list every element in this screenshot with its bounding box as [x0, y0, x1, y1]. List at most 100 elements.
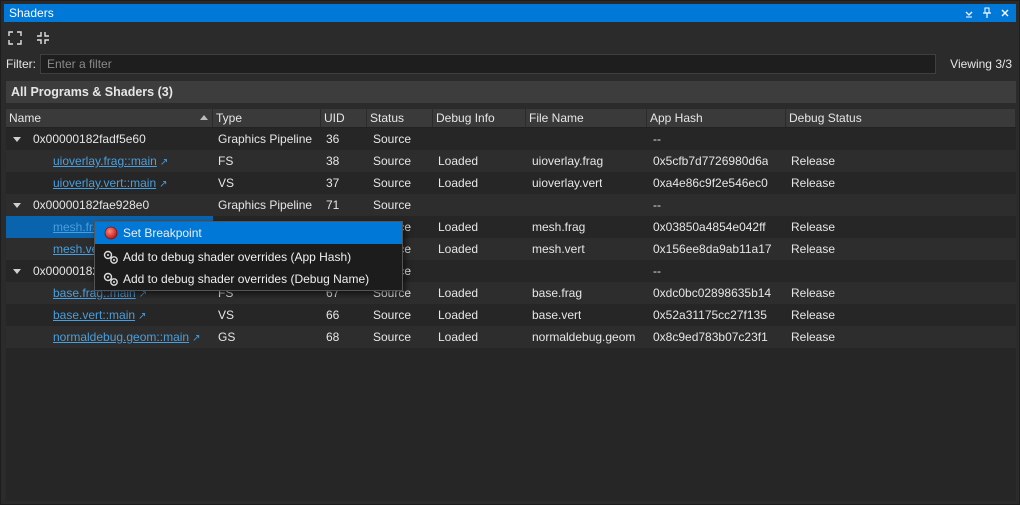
open-external-icon[interactable]: ↗	[159, 179, 167, 190]
cell-debug-info: Loaded	[438, 242, 479, 256]
open-external-icon[interactable]: ↗	[160, 157, 168, 168]
collapse-all-icon[interactable]	[34, 28, 52, 48]
cell-debug-status: Release	[791, 154, 836, 168]
open-external-icon[interactable]: ↗	[192, 333, 200, 344]
shader-link-text[interactable]: base.vert::main	[53, 308, 135, 322]
cell-debug-info: Loaded	[438, 308, 479, 322]
expand-all-icon[interactable]	[6, 28, 24, 48]
viewing-count: Viewing 3/3	[950, 57, 1012, 71]
chevron-down-icon[interactable]	[962, 6, 976, 20]
cell-debug-status: Release	[791, 242, 836, 256]
cell-hash: --	[653, 198, 661, 212]
filter-row: Filter: Viewing 3/3	[6, 53, 1016, 75]
cell-debug-status: Release	[791, 330, 836, 344]
cell-type: Graphics Pipeline	[218, 198, 313, 212]
cell-status: Source	[373, 308, 412, 322]
open-external-icon[interactable]: ↗	[138, 311, 146, 322]
cell-uid: 68	[326, 330, 340, 344]
cell-type: VS	[218, 308, 235, 322]
panel-title-bar[interactable]: Shaders	[4, 4, 1016, 22]
cell-debug-status: Release	[791, 286, 836, 300]
cell-status: Source	[373, 330, 412, 344]
cell-hash: 0x5cfb7d7726980d6a	[653, 154, 769, 168]
gears-icon	[100, 246, 122, 268]
cell-hash: 0x52a31175cc27f135	[653, 308, 767, 322]
cell-status: Source	[373, 176, 412, 190]
shader-name-link[interactable]: uioverlay.vert::main ↗	[53, 172, 168, 194]
shader-row[interactable]: base.vert::main ↗ VS 66 Source Loaded base.ver…	[6, 304, 1016, 326]
cell-debug-status: Release	[791, 220, 836, 234]
cell-debug-info: Loaded	[438, 154, 479, 168]
shader-link-text[interactable]: uioverlay.frag::main	[53, 154, 157, 168]
pipeline-row[interactable]: 0x00000182fae928e0 Graphics Pipeline 71 Sou…	[6, 194, 1016, 216]
cell-hash: 0xdc0bc02898635b14	[653, 286, 772, 300]
cell-type: VS	[218, 176, 235, 190]
menu-item-override-debug-name[interactable]: Add to debug shader overrides (Debug Nam…	[95, 268, 402, 290]
pipeline-address: 0x00000182fae928e0	[33, 198, 150, 212]
cell-uid: 66	[326, 308, 340, 322]
filter-input[interactable]	[40, 54, 936, 74]
section-header: All Programs & Shaders (3)	[6, 81, 1016, 103]
column-header-debug-status[interactable]: Debug Status	[786, 109, 1016, 127]
column-header-uid[interactable]: UID	[321, 109, 367, 127]
cell-file: uioverlay.vert	[532, 176, 603, 190]
shader-link-text[interactable]: uioverlay.vert::main	[53, 176, 156, 190]
breakpoint-icon	[100, 222, 122, 244]
cell-debug-info: Loaded	[438, 286, 479, 300]
context-menu: Set Breakpoint Add to debug shader overr…	[94, 221, 403, 291]
filter-label: Filter:	[6, 57, 36, 71]
cell-uid: 38	[326, 154, 340, 168]
cell-file: mesh.vert	[532, 242, 585, 256]
cell-file: uioverlay.frag	[532, 154, 604, 168]
shader-name-link[interactable]: uioverlay.frag::main ↗	[53, 150, 168, 172]
cell-debug-info: Loaded	[438, 176, 479, 190]
shader-row[interactable]: uioverlay.frag::main ↗ FS 38 Source Loaded uio…	[6, 150, 1016, 172]
expand-arrow-icon[interactable]	[13, 137, 21, 142]
cell-hash: 0xa4e86c9f2e546ec0	[653, 176, 768, 190]
cell-uid: 71	[326, 198, 340, 212]
menu-item-override-app-hash[interactable]: Add to debug shader overrides (App Hash)	[95, 246, 402, 268]
cell-uid: 36	[326, 132, 340, 146]
column-header-name[interactable]: Name	[6, 109, 213, 127]
column-header-debug-info[interactable]: Debug Info	[433, 109, 526, 127]
expand-arrow-icon[interactable]	[13, 269, 21, 274]
shaders-panel: Shaders Filter: Viewing 3/3 All Programs…	[0, 0, 1020, 505]
panel-title: Shaders	[9, 6, 54, 20]
shader-row[interactable]: normaldebug.geom::main ↗ GS 68 Source Loaded n…	[6, 326, 1016, 348]
cell-type: GS	[218, 330, 236, 344]
table-header: Name Type UID Status Debug Info File Nam…	[6, 109, 1016, 128]
shader-name-link[interactable]: normaldebug.geom::main ↗	[53, 326, 200, 348]
pipeline-row[interactable]: 0x00000182fadf5e60 Graphics Pipeline 36 Sou…	[6, 128, 1016, 150]
cell-status: Source	[373, 198, 412, 212]
column-header-status[interactable]: Status	[367, 109, 433, 127]
shaders-table: Name Type UID Status Debug Info File Nam…	[6, 109, 1016, 501]
column-header-file-name[interactable]: File Name	[526, 109, 647, 127]
section-title: All Programs & Shaders (3)	[11, 85, 173, 99]
expand-arrow-icon[interactable]	[13, 203, 21, 208]
cell-status: Source	[373, 154, 412, 168]
shader-row[interactable]: uioverlay.vert::main ↗ VS 37 Source Loaded uio…	[6, 172, 1016, 194]
column-header-app-hash[interactable]: App Hash	[647, 109, 786, 127]
shader-name-link[interactable]: base.vert::main ↗	[53, 304, 146, 326]
cell-hash: 0x8c9ed783b07c23f1	[653, 330, 768, 344]
shader-link-text[interactable]: normaldebug.geom::main	[53, 330, 189, 344]
gears-icon	[100, 268, 122, 290]
close-icon[interactable]	[998, 6, 1012, 20]
cell-debug-info: Loaded	[438, 220, 479, 234]
menu-item-set-breakpoint[interactable]: Set Breakpoint	[95, 222, 402, 244]
pin-icon[interactable]	[980, 6, 994, 20]
cell-hash: --	[653, 264, 661, 278]
pipeline-address: 0x00000182fadf5e60	[33, 132, 146, 146]
cell-type: FS	[218, 154, 234, 168]
sort-ascending-icon	[200, 115, 208, 120]
cell-debug-info: Loaded	[438, 330, 479, 344]
toolbar	[6, 28, 52, 48]
cell-file: normaldebug.geom	[532, 330, 636, 344]
cell-hash: --	[653, 132, 661, 146]
cell-file: base.vert	[532, 308, 582, 322]
column-header-type[interactable]: Type	[213, 109, 321, 127]
cell-file: mesh.frag	[532, 220, 586, 234]
cell-status: Source	[373, 132, 412, 146]
cell-hash: 0x03850a4854e042ff	[653, 220, 766, 234]
cell-hash: 0x156ee8da9ab11a17	[653, 242, 772, 256]
